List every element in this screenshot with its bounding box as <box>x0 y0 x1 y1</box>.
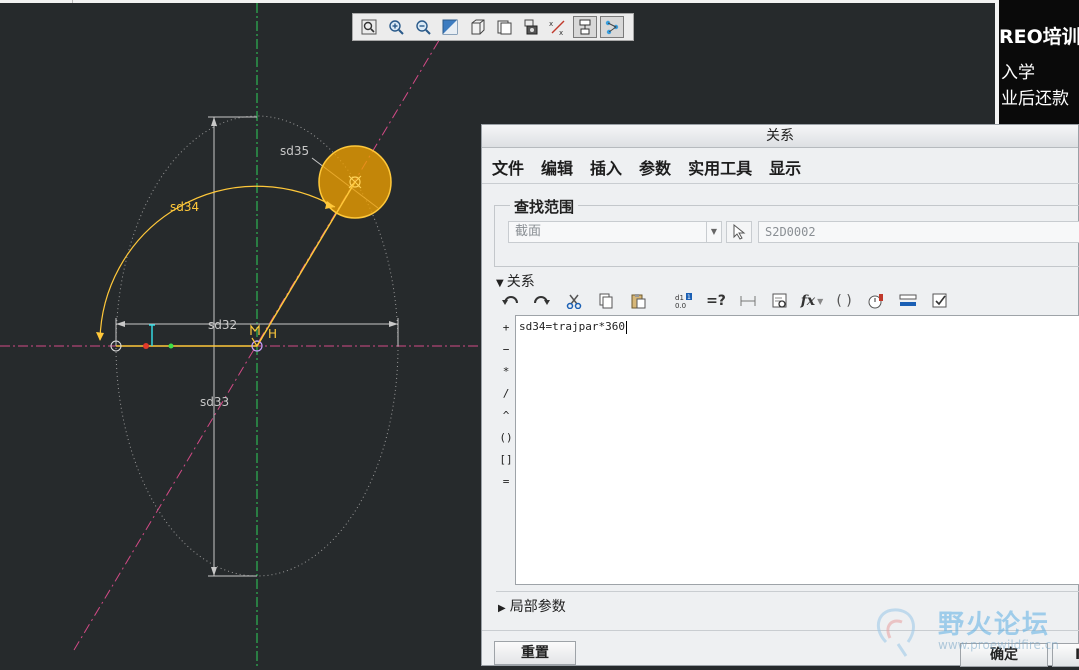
operator-power[interactable]: ^ <box>496 405 516 427</box>
operator-buttons: + − * / ^ () [] = <box>496 317 516 493</box>
svg-text:0.0: 0.0 <box>675 302 686 309</box>
operator-multiply[interactable]: * <box>496 361 516 383</box>
operator-minus[interactable]: − <box>496 339 516 361</box>
dimension-label-sd34[interactable]: sd34 <box>170 200 199 214</box>
paste-icon[interactable] <box>626 290 650 312</box>
chevron-down-icon[interactable]: ▼ <box>706 222 721 242</box>
function-icon[interactable]: fx ▼ <box>800 290 824 312</box>
dimension-sd34-arc[interactable] <box>99 185 336 341</box>
dialog-title[interactable]: 关系 <box>482 125 1078 148</box>
zoom-fit-icon[interactable] <box>357 16 381 38</box>
sort-icon[interactable] <box>896 290 920 312</box>
menu-show[interactable]: 显示 <box>769 155 801 179</box>
verify-icon[interactable] <box>864 290 888 312</box>
dimension-arrow <box>211 117 217 126</box>
relations-editor[interactable]: sd34=trajpar*360 <box>515 315 1079 585</box>
footer-separator <box>482 630 1079 631</box>
editor-separator <box>496 591 1079 592</box>
constraint-display-icon[interactable]: xx <box>546 16 570 38</box>
menu-file[interactable]: 文件 <box>492 155 524 179</box>
cancel-button[interactable]: I <box>1052 643 1079 667</box>
midpoint-constraint-symbol[interactable] <box>250 324 260 335</box>
svg-text:x: x <box>559 29 563 35</box>
local-parameters-label: 局部参数 <box>509 599 566 615</box>
relations-section-label: 关系 <box>506 274 535 290</box>
triangle-right-icon: ▶ <box>498 603 506 614</box>
operator-brackets[interactable]: [] <box>496 449 516 471</box>
menu-parameters[interactable]: 参数 <box>639 155 671 179</box>
ad-banner[interactable]: REO培训 入学 业后还款 <box>995 0 1079 124</box>
redo-icon[interactable] <box>530 290 554 312</box>
dimension-arrow <box>116 321 125 327</box>
operator-divide[interactable]: / <box>496 383 516 405</box>
insert-dimension-icon[interactable] <box>736 290 760 312</box>
section-name-field: S2D0002 <box>758 221 1079 243</box>
sketch-radial-line[interactable] <box>256 181 356 347</box>
search-scope-label: 查找范围 <box>510 196 579 217</box>
svg-text:d1: d1 <box>675 294 684 302</box>
evaluate-icon[interactable]: =? <box>704 290 728 312</box>
dialog-menubar: 文件 编辑 插入 参数 实用工具 显示 <box>492 155 818 179</box>
menu-insert[interactable]: 插入 <box>590 155 622 179</box>
shading-icon[interactable] <box>465 16 489 38</box>
scope-dropdown[interactable]: 截面 ▼ <box>508 221 722 243</box>
graphics-toolbar: xx <box>352 13 634 41</box>
vertex-display-icon[interactable] <box>600 16 624 38</box>
banner-line-2: 入学 <box>1001 63 1035 83</box>
dimension-arrow <box>389 321 398 327</box>
menu-edit[interactable]: 编辑 <box>541 155 573 179</box>
switch-dims-icon[interactable]: d1 0.0 1 <box>672 290 696 312</box>
ok-button[interactable]: 确定 <box>960 643 1048 667</box>
horizontal-constraint-label[interactable]: H <box>268 327 277 341</box>
zoom-out-icon[interactable] <box>411 16 435 38</box>
diagonal-centerline[interactable] <box>73 21 451 651</box>
banner-line-1: REO培训 <box>999 26 1079 48</box>
check-icon[interactable] <box>928 290 952 312</box>
cursor-arrow-icon <box>733 224 746 240</box>
copy-icon[interactable] <box>594 290 618 312</box>
dimension-label-sd32[interactable]: sd32 <box>208 318 237 332</box>
undo-icon[interactable] <box>498 290 522 312</box>
operator-plus[interactable]: + <box>496 317 516 339</box>
relations-text: sd34=trajpar*360 <box>519 320 625 333</box>
svg-text:1: 1 <box>687 294 691 301</box>
cut-icon[interactable] <box>562 290 586 312</box>
reset-button[interactable]: 重置 <box>494 641 576 665</box>
sketch-point-green[interactable] <box>168 343 174 349</box>
relations-toolbar: d1 0.0 1 =? fx ▼ ( ) <box>498 289 960 313</box>
dimension-label-sd35[interactable]: sd35 <box>280 144 309 158</box>
menu-utilities[interactable]: 实用工具 <box>688 155 752 179</box>
banner-gap <box>995 0 999 124</box>
text-caret <box>625 320 627 334</box>
select-section-button[interactable] <box>726 221 752 243</box>
dimension-display-icon[interactable] <box>573 16 597 38</box>
relations-dialog: 关系 文件 编辑 插入 参数 实用工具 显示 查找范围 截面 ▼ S2D0002… <box>481 124 1079 667</box>
parameter-icon[interactable] <box>768 290 792 312</box>
repaint-icon[interactable] <box>438 16 462 38</box>
dimension-arrow <box>211 567 217 576</box>
parentheses-icon[interactable]: ( ) <box>832 290 856 312</box>
operator-equals[interactable]: = <box>496 471 516 493</box>
zoom-in-icon[interactable] <box>384 16 408 38</box>
saved-views-icon[interactable] <box>492 16 516 38</box>
banner-line-3: 业后还款 <box>1001 89 1069 109</box>
sketch-view-icon[interactable] <box>519 16 543 38</box>
triangle-down-icon: ▼ <box>496 278 504 289</box>
menubar-separator <box>482 183 1079 184</box>
relations-section-header[interactable]: ▼ 关系 <box>496 271 535 291</box>
svg-text:x: x <box>549 20 553 28</box>
sketch-point-red[interactable] <box>143 343 149 349</box>
dimension-arrow <box>96 332 104 341</box>
scope-dropdown-value: 截面 <box>515 224 542 239</box>
dimension-label-sd33[interactable]: sd33 <box>200 395 229 409</box>
operator-parentheses[interactable]: () <box>496 427 516 449</box>
local-parameters-header[interactable]: ▶ 局部参数 <box>498 596 566 616</box>
